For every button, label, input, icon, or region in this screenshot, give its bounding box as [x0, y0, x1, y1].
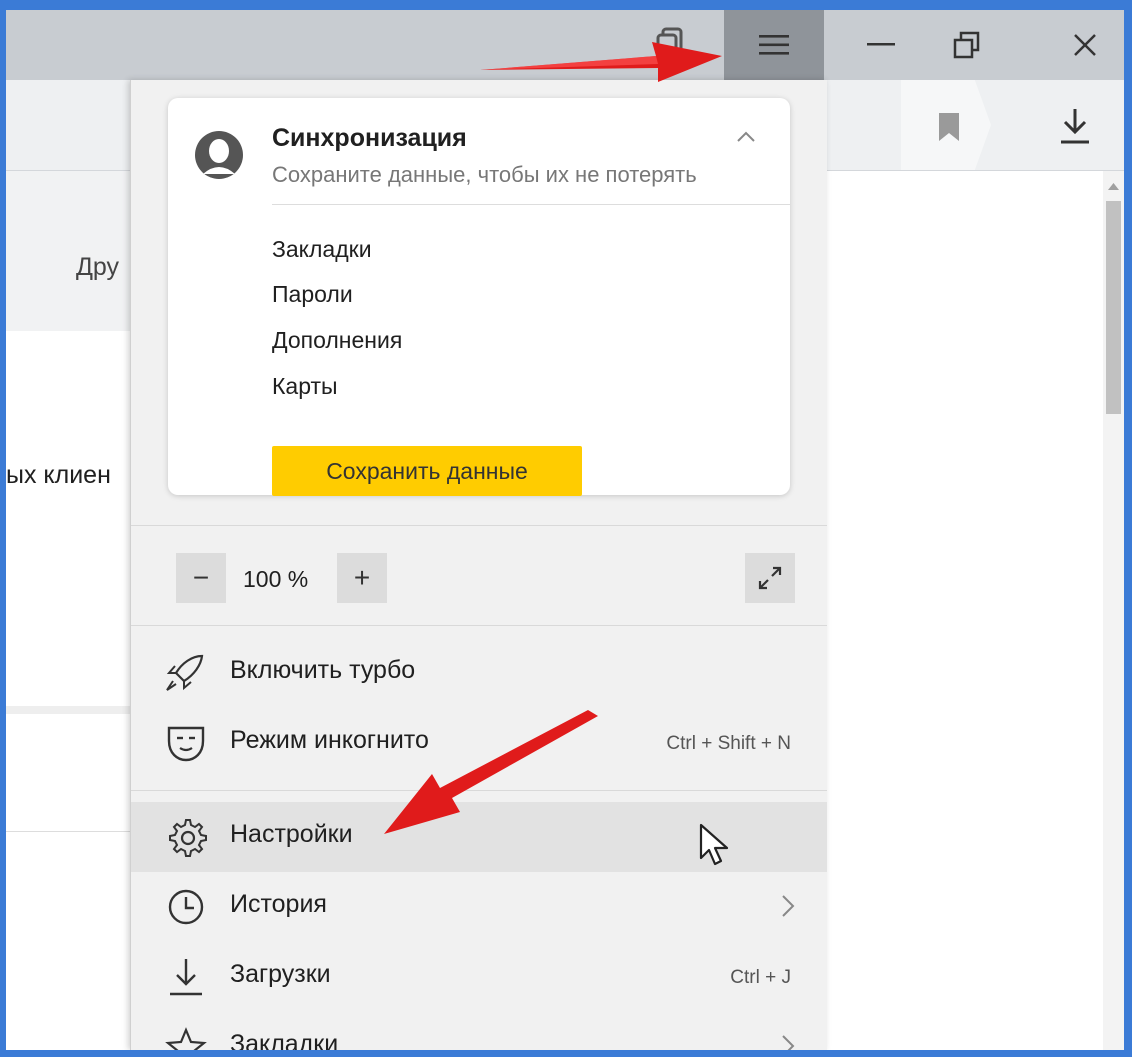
scrollbar-thumb[interactable]	[1106, 201, 1121, 414]
page-text-mid: ых клиен	[6, 461, 111, 489]
sync-divider	[272, 204, 790, 205]
minimize-icon	[867, 43, 895, 46]
annotation-arrow-icon	[384, 710, 598, 834]
close-icon	[1074, 34, 1096, 56]
page-divider	[6, 831, 136, 832]
sync-title: Синхронизация	[272, 124, 467, 152]
chevron-right-icon	[782, 895, 795, 917]
incognito-mask-icon	[167, 726, 205, 762]
sync-item-cards: Карты	[272, 373, 338, 399]
turbo-label: Включить турбо	[230, 656, 416, 684]
downloads-button[interactable]	[1058, 106, 1092, 146]
gear-icon	[169, 819, 207, 857]
downloads-shortcut: Ctrl + J	[730, 967, 791, 988]
main-menu-dropdown: Синхронизация Сохраните данные, чтобы их…	[130, 80, 827, 1050]
sync-item-passwords: Пароли	[272, 281, 353, 307]
bookmarks-label: Закладки	[230, 1030, 339, 1050]
scroll-up-icon[interactable]	[1108, 183, 1119, 190]
menu-item-downloads[interactable]: Загрузки Ctrl + J	[131, 942, 827, 1012]
menu-divider	[131, 625, 827, 626]
main-menu-button[interactable]	[724, 10, 824, 80]
menu-item-turbo[interactable]: Включить турбо	[131, 638, 827, 708]
downloads-label: Загрузки	[230, 960, 331, 988]
sync-item-extensions: Дополнения	[272, 327, 403, 353]
save-data-button[interactable]: Сохранить данные	[272, 446, 582, 496]
bookmark-icon	[939, 113, 959, 141]
fullscreen-icon	[758, 566, 782, 590]
chevron-up-icon	[737, 131, 755, 142]
sync-item-bookmarks: Закладки	[272, 236, 372, 262]
menu-divider	[131, 525, 827, 526]
star-icon	[165, 1027, 207, 1050]
hamburger-icon	[759, 35, 789, 55]
avatar	[194, 130, 244, 180]
fullscreen-button[interactable]	[745, 553, 795, 603]
page-content-left: Дру ых клиен	[6, 171, 136, 1050]
bookmark-button[interactable]	[901, 80, 991, 170]
annotation-arrow-icon	[480, 42, 722, 82]
page-text-top: Дру	[76, 253, 120, 281]
page-content-right	[826, 171, 1124, 1050]
restore-icon	[953, 31, 980, 59]
sync-subtitle: Сохраните данные, чтобы их не потерять	[272, 162, 697, 187]
download-icon	[170, 959, 202, 996]
zoom-out-button[interactable]: −	[176, 553, 226, 603]
page-band	[6, 171, 136, 331]
history-label: История	[230, 890, 327, 918]
menu-item-history[interactable]: История	[131, 872, 827, 942]
menu-item-bookmarks[interactable]: Закладки	[131, 1012, 827, 1050]
restore-button[interactable]	[928, 10, 1006, 80]
settings-label: Настройки	[230, 820, 353, 848]
user-icon	[195, 131, 243, 179]
minimize-button[interactable]	[842, 10, 920, 80]
chevron-right-icon	[782, 1035, 795, 1050]
download-icon	[1061, 109, 1089, 144]
zoom-level: 100 %	[243, 566, 309, 592]
page-divider	[6, 706, 136, 714]
zoom-in-button[interactable]: +	[337, 553, 387, 603]
mouse-cursor-icon	[699, 823, 729, 866]
browser-window: Дру ых клиен Синхронизация Сохраните дан…	[6, 10, 1124, 1050]
clock-icon	[168, 889, 204, 925]
collapse-button[interactable]	[736, 130, 756, 148]
sync-card: Синхронизация Сохраните данные, чтобы их…	[168, 98, 790, 496]
close-button[interactable]	[1046, 10, 1124, 80]
incognito-shortcut: Ctrl + Shift + N	[666, 733, 791, 754]
scrollbar[interactable]	[1103, 171, 1124, 1050]
rocket-icon	[166, 654, 204, 691]
